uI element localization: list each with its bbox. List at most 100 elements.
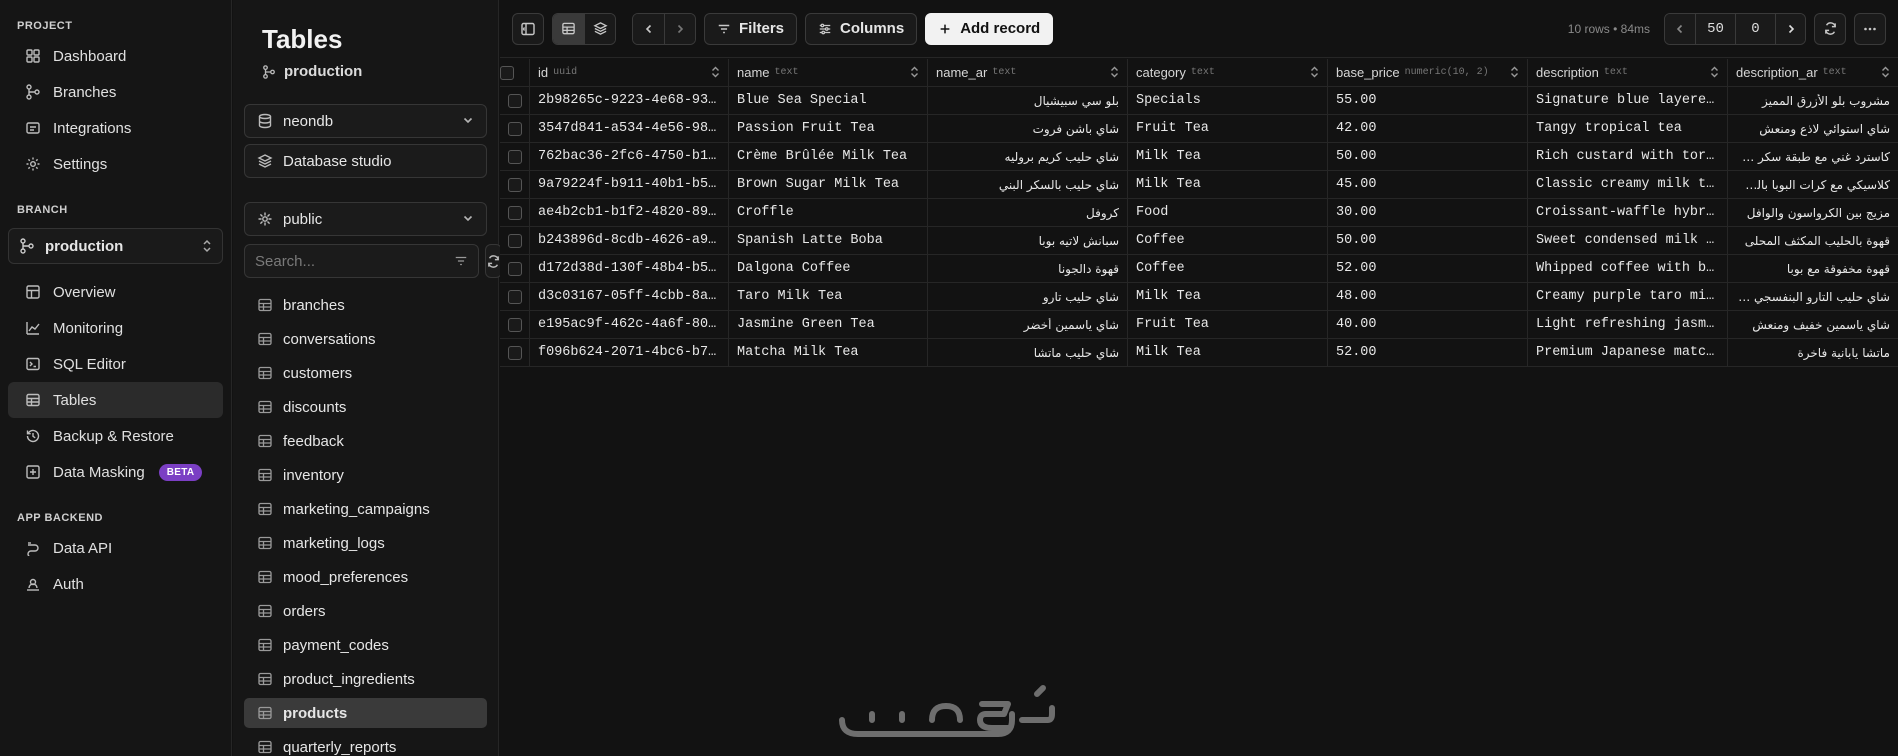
next-page-button[interactable]	[1775, 13, 1805, 44]
cell-id[interactable]: d172d38d-130f-48b4-b57…	[530, 255, 729, 282]
table-row[interactable]: ae4b2cb1-b1f2-4820-892… Croffle كروفل Food 3…	[500, 199, 1898, 227]
table-list-item-payment_codes[interactable]: payment_codes	[244, 630, 487, 660]
cell-description_ar[interactable]: قهوة مخفوقة مع بوبا	[1728, 255, 1898, 282]
cell-name[interactable]: Passion Fruit Tea	[729, 115, 928, 142]
table-row[interactable]: 762bac36-2fc6-4750-b1a… Crème Brûlée Milk…	[500, 143, 1898, 171]
nav-item-auth[interactable]: Auth	[8, 566, 223, 602]
row-checkbox[interactable]	[507, 317, 522, 332]
cell-name[interactable]: Brown Sugar Milk Tea	[729, 171, 928, 198]
column-header-category[interactable]: category text	[1128, 59, 1328, 86]
table-list-item-marketing_logs[interactable]: marketing_logs	[244, 528, 487, 558]
sort-icon[interactable]	[711, 66, 720, 79]
cell-base_price[interactable]: 50.00	[1328, 143, 1528, 170]
refresh-button[interactable]	[1814, 12, 1846, 45]
nav-item-branches[interactable]: Branches	[8, 74, 223, 110]
table-list-item-product_ingredients[interactable]: product_ingredients	[244, 664, 487, 694]
cell-description_ar[interactable]: مشروب بلو الأزرق المميز	[1728, 87, 1898, 114]
row-checkbox[interactable]	[507, 233, 522, 248]
table-list-item-conversations[interactable]: conversations	[244, 324, 487, 354]
cell-name_ar[interactable]: شاي حليب بالسكر البني	[928, 171, 1128, 198]
cell-name_ar[interactable]: قهوة دالجونا	[928, 255, 1128, 282]
table-list-item-mood_preferences[interactable]: mood_preferences	[244, 562, 487, 592]
sort-icon[interactable]	[1110, 66, 1119, 79]
cell-id[interactable]: b243896d-8cdb-4626-a9a…	[530, 227, 729, 254]
more-options-button[interactable]	[1854, 12, 1886, 45]
row-checkbox[interactable]	[507, 177, 522, 192]
nav-item-settings[interactable]: Settings	[8, 146, 223, 182]
cell-base_price[interactable]: 52.00	[1328, 255, 1528, 282]
cell-description[interactable]: Sweet condensed milk c…	[1528, 227, 1728, 254]
cell-description_ar[interactable]: شاي استوائي لاذع ومنعش	[1728, 115, 1898, 142]
table-list-item-orders[interactable]: orders	[244, 596, 487, 626]
prev-page-button[interactable]	[1665, 13, 1695, 44]
sort-icon[interactable]	[1881, 66, 1890, 79]
cell-description_ar[interactable]: قهوة بالحليب المكثف المحلى	[1728, 227, 1898, 254]
nav-item-backup-restore[interactable]: Backup & Restore	[8, 418, 223, 454]
cell-description_ar[interactable]: مزيج بين الكرواسون والوافل	[1728, 199, 1898, 226]
branch-select[interactable]: production	[8, 228, 223, 264]
table-row[interactable]: 3547d841-a534-4e56-988… Passion Fruit Tea…	[500, 115, 1898, 143]
add-record-button[interactable]: Add record	[925, 12, 1054, 45]
nav-item-tables[interactable]: Tables	[8, 382, 223, 418]
nav-item-monitoring[interactable]: Monitoring	[8, 310, 223, 346]
cell-id[interactable]: f096b624-2071-4bc6-b7f…	[530, 339, 729, 366]
cell-id[interactable]: 2b98265c-9223-4e68-937…	[530, 87, 729, 114]
row-checkbox[interactable]	[507, 93, 522, 108]
nav-item-data-masking[interactable]: Data Masking BETA	[8, 454, 223, 490]
column-header-description[interactable]: description text	[1528, 59, 1728, 86]
sort-icon[interactable]	[1310, 66, 1319, 79]
row-checkbox[interactable]	[507, 289, 522, 304]
cell-base_price[interactable]: 45.00	[1328, 171, 1528, 198]
cell-id[interactable]: ae4b2cb1-b1f2-4820-892…	[530, 199, 729, 226]
table-list-item-quarterly_reports[interactable]: quarterly_reports	[244, 732, 487, 756]
cell-category[interactable]: Milk Tea	[1128, 283, 1328, 310]
cell-category[interactable]: Fruit Tea	[1128, 311, 1328, 338]
nav-item-sql-editor[interactable]: SQL Editor	[8, 346, 223, 382]
cell-name_ar[interactable]: كروفل	[928, 199, 1128, 226]
cell-base_price[interactable]: 30.00	[1328, 199, 1528, 226]
table-list-item-discounts[interactable]: discounts	[244, 392, 487, 422]
cell-description[interactable]: Tangy tropical tea	[1528, 115, 1728, 142]
select-all-checkbox[interactable]	[500, 65, 514, 80]
cell-id[interactable]: 762bac36-2fc6-4750-b1a…	[530, 143, 729, 170]
cell-name[interactable]: Jasmine Green Tea	[729, 311, 928, 338]
sort-icon[interactable]	[1710, 66, 1719, 79]
sort-icon[interactable]	[1510, 66, 1519, 79]
table-row[interactable]: d172d38d-130f-48b4-b57… Dalgona Coffee قهو…	[500, 255, 1898, 283]
cell-description_ar[interactable]: كلاسيكي مع كرات البوبا بالسكر البني	[1728, 171, 1898, 198]
columns-button[interactable]: Columns	[805, 12, 918, 45]
table-row[interactable]: 2b98265c-9223-4e68-937… Blue Sea Special ب…	[500, 87, 1898, 115]
row-checkbox[interactable]	[507, 345, 522, 360]
column-header-base_price[interactable]: base_price numeric(10, 2)	[1328, 59, 1528, 86]
nav-item-overview[interactable]: Overview	[8, 274, 223, 310]
cell-description[interactable]: Signature blue layered…	[1528, 87, 1728, 114]
cell-id[interactable]: 3547d841-a534-4e56-988…	[530, 115, 729, 142]
cell-id[interactable]: d3c03167-05ff-4cbb-8a0…	[530, 283, 729, 310]
cell-name_ar[interactable]: شاي حليب تارو	[928, 283, 1128, 310]
table-list-item-customers[interactable]: customers	[244, 358, 487, 388]
filter-icon[interactable]	[454, 254, 468, 268]
cell-category[interactable]: Milk Tea	[1128, 339, 1328, 366]
table-list-item-marketing_campaigns[interactable]: marketing_campaigns	[244, 494, 487, 524]
cell-description[interactable]: Light refreshing jasmi…	[1528, 311, 1728, 338]
cell-id[interactable]: e195ac9f-462c-4a6f-800…	[530, 311, 729, 338]
cell-description_ar[interactable]: كاسترد غني مع طبقة سكر محروق	[1728, 143, 1898, 170]
filters-button[interactable]: Filters	[704, 12, 798, 45]
cell-base_price[interactable]: 50.00	[1328, 227, 1528, 254]
nav-item-dashboard[interactable]: Dashboard	[8, 38, 223, 74]
table-list-item-feedback[interactable]: feedback	[244, 426, 487, 456]
cell-name[interactable]: Crème Brûlée Milk Tea	[729, 143, 928, 170]
cell-name_ar[interactable]: شاي حليب كريم بروليه	[928, 143, 1128, 170]
cell-base_price[interactable]: 42.00	[1328, 115, 1528, 142]
row-checkbox[interactable]	[507, 149, 522, 164]
cell-description_ar[interactable]: شاي ياسمين خفيف ومنعش	[1728, 311, 1898, 338]
grid-view-button[interactable]	[553, 13, 584, 44]
table-row[interactable]: e195ac9f-462c-4a6f-800… Jasmine Green Tea…	[500, 311, 1898, 339]
cell-category[interactable]: Coffee	[1128, 227, 1328, 254]
cell-name_ar[interactable]: شاي ياسمين أخضر	[928, 311, 1128, 338]
cell-category[interactable]: Fruit Tea	[1128, 115, 1328, 142]
cell-name_ar[interactable]: بلو سي سبيشيال	[928, 87, 1128, 114]
offset-input[interactable]: 0	[1735, 13, 1775, 44]
cell-category[interactable]: Specials	[1128, 87, 1328, 114]
cell-name[interactable]: Croffle	[729, 199, 928, 226]
